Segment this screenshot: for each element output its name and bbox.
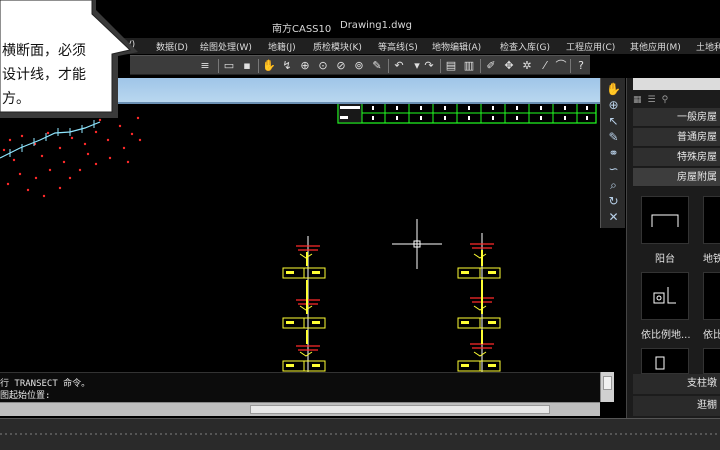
panel-icon-row: ▦☰⚲ [633, 95, 674, 105]
callout-line-1: 横断面，必须 [2, 43, 86, 59]
properties-icon[interactable]: ▤ [444, 59, 458, 73]
drawing-canvas[interactable] [0, 78, 600, 372]
crosshair-cursor [392, 219, 442, 269]
menu-feature-edit[interactable]: 地物编辑(A) [432, 40, 481, 53]
right-tool-column: ✋ ⊕ ↖ ✎ ⚭ ∽ ⌕ ↻ ✕ [600, 78, 625, 228]
category-special-house[interactable]: 特殊房屋 [633, 148, 720, 167]
command-prompt-line: 图起始位置: [0, 391, 51, 401]
drawing-graphics [0, 102, 597, 372]
zoom-extents-icon[interactable]: ⊙ [316, 59, 330, 73]
help-icon[interactable]: ? [574, 59, 588, 73]
pillar-icon [655, 356, 665, 370]
tile-label-scaled-feature-2: 依比 [703, 330, 720, 341]
select-icon[interactable]: ↖ [606, 114, 621, 129]
feature-panel: ▦☰⚲ 一般房屋 普通房屋 特殊房屋 房屋附属 阳台 地铁 依比例地... 依比… [626, 78, 720, 418]
toolbar: ≡ ▭ ▪ ✋ ↯ ⊕ ⊙ ⊘ ⊚ ✎ ↶ ▾ ↷ ▤ ▥ ✐ ✥ ✲ ⁄ ⌒ … [130, 55, 590, 75]
zoom-previous-icon[interactable]: ⊘ [334, 59, 348, 73]
tile-item-5[interactable] [641, 348, 689, 374]
app-title: 南方CASS10 [272, 24, 332, 35]
pencil-icon[interactable]: ✎ [606, 130, 621, 145]
command-scrollbar[interactable] [600, 372, 614, 402]
menu-engineering[interactable]: 工程应用(C) [566, 40, 615, 53]
cross-section-left [282, 236, 326, 372]
category-pillar[interactable]: 支柱墩 [633, 374, 720, 394]
menu-contour[interactable]: 等高线(S) [378, 40, 418, 53]
tile-balcony[interactable] [641, 196, 689, 244]
move-icon[interactable]: ✥ [502, 59, 516, 73]
designcenter-icon[interactable]: ▥ [462, 59, 476, 73]
scrollbar-thumb[interactable] [603, 376, 612, 390]
pencil-icon[interactable]: ✐ [484, 59, 498, 73]
menu-data[interactable]: 数据(D) [156, 40, 188, 53]
line-icon[interactable]: ⁄ [538, 59, 552, 73]
pin-icon[interactable]: ⚲ [662, 95, 675, 105]
scaled-feature-icon [653, 287, 676, 304]
callout-line-3: 方。 [2, 91, 30, 107]
tile-scaled-feature-2[interactable] [703, 272, 720, 320]
rotate-icon[interactable]: ↻ [606, 194, 621, 209]
file-title: Drawing1.dwg [340, 20, 412, 31]
pan-icon[interactable]: ✋ [262, 59, 276, 73]
zoom-window-icon[interactable]: ⊕ [298, 59, 312, 73]
zoom-icon[interactable]: ⊕ [606, 98, 621, 113]
menu-land[interactable]: 土地利 [696, 40, 720, 53]
cross-section-right [457, 233, 501, 372]
match-prop-icon[interactable]: ✎ [370, 59, 384, 73]
save-icon[interactable]: ▪ [240, 59, 254, 73]
category-general-house[interactable]: 一般房屋 [633, 108, 720, 127]
node-icon[interactable]: ✲ [520, 59, 534, 73]
tile-label-subway: 地铁 [703, 254, 720, 265]
zoom-all-icon[interactable]: ⊚ [352, 59, 366, 73]
tile-label-balcony: 阳台 [655, 254, 675, 265]
command-window[interactable]: 行 TRANSECT 命令。 图起始位置: [0, 372, 600, 402]
section-data-table [337, 102, 597, 124]
redo-icon[interactable]: ↷ [422, 59, 436, 73]
category-house-accessory[interactable]: 房屋附属 [633, 168, 720, 187]
menu-quality[interactable]: 质检模块(K) [313, 40, 362, 53]
pan-icon[interactable]: ✋ [606, 82, 621, 97]
magnify-icon[interactable]: ⌕ [606, 178, 621, 193]
undo-icon[interactable]: ↶ [392, 59, 406, 73]
panel-search-box[interactable] [633, 78, 720, 90]
callout-text: 横断面，必须 设计线，才能 方。 [0, 0, 120, 120]
delete-icon[interactable]: ✕ [606, 210, 621, 225]
menu-other[interactable]: 其他应用(M) [630, 40, 681, 53]
layer-icon[interactable]: ≡ [198, 59, 212, 73]
design-centerline [0, 121, 101, 159]
node-icon[interactable]: ⚭ [606, 146, 621, 161]
category-ordinary-house[interactable]: 普通房屋 [633, 128, 720, 147]
tile-item-6[interactable] [703, 348, 720, 374]
callout-line-2: 设计线，才能 [2, 67, 86, 83]
arc-icon[interactable]: ⌒ [554, 59, 568, 73]
scrollbar-thumb[interactable] [250, 405, 550, 414]
menu-cadastre[interactable]: 地籍(J) [268, 40, 296, 53]
zoom-realtime-icon[interactable]: ↯ [280, 59, 294, 73]
tile-scaled-feature[interactable] [641, 272, 689, 320]
menu-check-import[interactable]: 检查入库(G) [500, 40, 550, 53]
balcony-icon [651, 214, 679, 227]
menu-draw[interactable]: 绘图处理(W) [200, 40, 252, 53]
survey-points [2, 112, 142, 198]
status-bar [0, 418, 720, 450]
grid-icon[interactable]: ▦ [633, 95, 648, 105]
open-icon[interactable]: ▭ [222, 59, 236, 73]
category-shed[interactable]: 逛棚 [633, 396, 720, 416]
curve-icon[interactable]: ∽ [606, 162, 621, 177]
centerline-ticks [9, 120, 95, 157]
tile-label-scaled-feature: 依比例地... [641, 330, 691, 341]
horizontal-scrollbar[interactable] [0, 402, 600, 416]
list-icon[interactable]: ☰ [648, 95, 662, 105]
tile-subway[interactable] [703, 196, 720, 244]
